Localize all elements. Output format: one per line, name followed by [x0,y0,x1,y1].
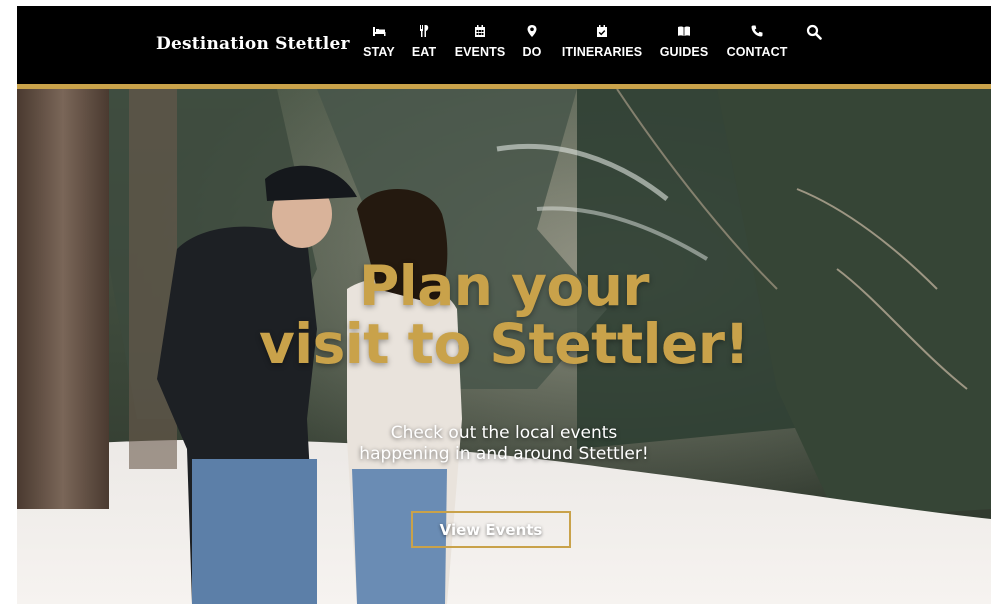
search-icon[interactable] [806,24,822,40]
phone-icon [751,25,763,37]
utensils-icon [420,25,429,37]
hero-subtitle: Check out the local events happening in … [17,423,991,465]
hero-title-line-2: visit to Stettler! [258,312,750,376]
book-open-icon [678,26,690,36]
site-frame: Destination Stettler STAY EAT EVENTS DO … [17,6,991,604]
page: Destination Stettler STAY EAT EVENTS DO … [0,0,991,604]
site-logo[interactable]: Destination Stettler [156,34,350,54]
hero-subtitle-line-2: happening in and around Stettler! [359,444,649,464]
nav-label-eat: EAT [411,45,437,59]
bed-icon [373,27,386,36]
nav-label-guides: GUIDES [659,45,709,59]
nav-item-guides[interactable]: GUIDES [659,24,709,70]
nav-label-contact: CONTACT [726,45,788,59]
nav-label-do: DO [522,45,542,59]
nav-label-itineraries: ITINERARIES [561,45,643,59]
nav-label-events: EVENTS [454,45,506,59]
nav-item-itineraries[interactable]: ITINERARIES [561,24,643,70]
view-events-button[interactable]: View Events [411,511,571,548]
nav-label-stay: STAY [363,45,395,59]
hero-subtitle-line-1: Check out the local events [390,423,618,443]
map-pin-icon [527,25,537,37]
hero-title: Plan your visit to Stettler! [17,257,991,373]
nav-item-do[interactable]: DO [522,24,542,70]
hero-section: Plan your visit to Stettler! Check out t… [17,89,991,604]
nav-item-eat[interactable]: EAT [412,24,436,70]
site-header: Destination Stettler STAY EAT EVENTS DO … [17,6,991,84]
calendar-icon [475,25,485,37]
nav-item-stay[interactable]: STAY [362,24,396,70]
calendar-check-icon [597,25,607,37]
nav-item-contact[interactable]: CONTACT [725,24,789,70]
hero-title-line-1: Plan your [359,254,650,318]
nav-item-events[interactable]: EVENTS [455,24,505,70]
